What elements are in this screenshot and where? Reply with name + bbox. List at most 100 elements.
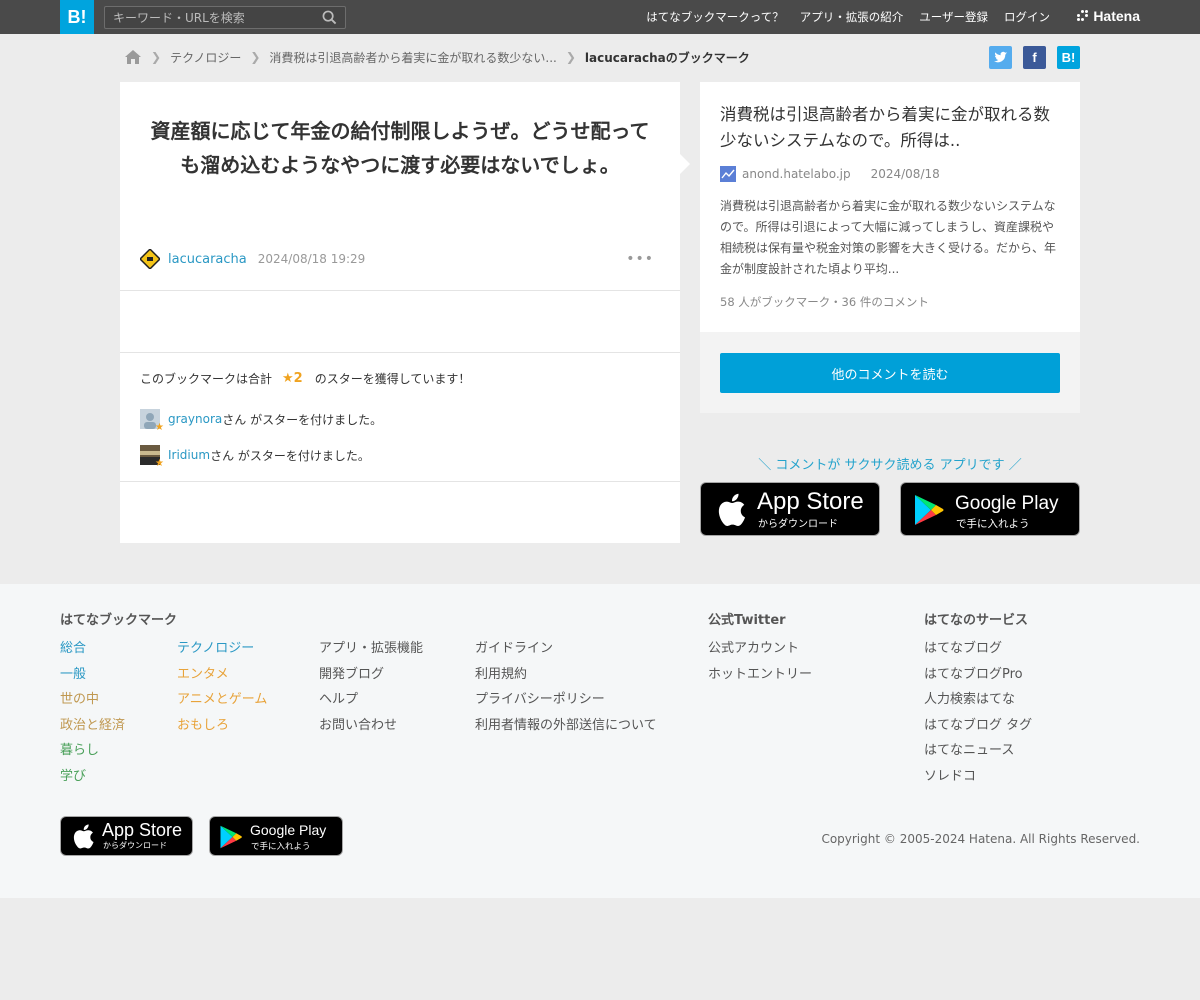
footer-link-entertainment[interactable]: エンタメ (177, 665, 267, 685)
footer-link-game[interactable]: アニメとゲーム (177, 690, 267, 710)
footer-link-knowledge[interactable]: 学び (60, 767, 125, 787)
site-favicon-icon (720, 166, 736, 182)
google-play-label: Google Play (250, 822, 327, 838)
entry-title[interactable]: 消費税は引退高齢者から着実に金が取れる数少ないシステムなので。所得は.. (720, 102, 1065, 154)
twitter-share-button[interactable] (989, 46, 1012, 69)
facebook-share-button[interactable]: f (1023, 46, 1046, 69)
star-row-text: さん がスターを付けました。 (222, 412, 383, 427)
footer-link-all[interactable]: 総合 (60, 639, 125, 659)
footer-link-economics[interactable]: 政治と経済 (60, 716, 125, 736)
divider (120, 481, 680, 482)
chevron-right-icon: ❯ (250, 50, 261, 64)
footer-link-help[interactable]: ヘルプ (319, 690, 423, 710)
divider (120, 290, 680, 291)
google-play-badge[interactable]: Google Play で手に入れよう (900, 482, 1080, 536)
hatena-brand-label: Hatena (1093, 8, 1140, 24)
footer-link-general[interactable]: 一般 (60, 665, 125, 685)
footer-link-fun[interactable]: おもしろ (177, 716, 267, 736)
nav-register[interactable]: ユーザー登録 (919, 9, 988, 25)
breadcrumb-entry[interactable]: 消費税は引退高齢者から着実に金が取れる数少ない... (269, 49, 556, 66)
google-play-sublabel: で手に入れよう (956, 518, 1030, 530)
entry-stats[interactable]: 58 人がブックマーク・36 件のコメント (720, 294, 929, 310)
bookmark-card: 資産額に応じて年金の給付制限しようぜ。どうせ配っても溜め込むようなやつに渡す必要… (120, 82, 690, 543)
footer-link-blog-tag[interactable]: はてなブログ タグ (924, 716, 1032, 736)
search-icon[interactable] (322, 10, 337, 25)
hatena-brand-link[interactable]: Hatena (1077, 8, 1140, 24)
top-bar: B! はてなブックマークって？ アプリ・拡張の紹介 ユーザー登録 ログイン Ha… (0, 0, 1200, 34)
star-row-text: さん がスターを付けました。 (210, 448, 370, 463)
share-buttons: f B! (989, 46, 1080, 69)
home-icon[interactable] (124, 49, 142, 65)
star-count: ★2 (282, 371, 303, 386)
footer-twitter-heading: 公式Twitter (708, 613, 786, 628)
bookmark-timestamp[interactable]: 2024/08/18 19:29 (258, 252, 366, 266)
hatena-bookmark-share-button[interactable]: B! (1057, 46, 1080, 69)
google-play-icon (915, 495, 944, 525)
footer-google-play-badge[interactable]: Google Play で手に入れよう (209, 816, 343, 856)
read-other-comments-button[interactable]: 他のコメントを読む (720, 353, 1060, 393)
footer-category-list: テクノロジー エンタメ アニメとゲーム おもしろ (177, 639, 267, 735)
entry-meta: anond.hatelabo.jp 2024/08/18 (720, 166, 940, 182)
apple-icon (73, 824, 94, 849)
footer-link-soredoko[interactable]: ソレドコ (924, 767, 1032, 787)
star-summary: このブックマークは合計 ★2 のスターを獲得しています！ (140, 370, 470, 387)
footer-services-list: はてなブログ はてなブログPro 人力検索はてな はてなブログ タグ はてなニュ… (924, 639, 1032, 787)
chevron-right-icon: ❯ (565, 50, 576, 64)
entry-panel: 消費税は引退高齢者から着実に金が取れる数少ないシステムなので。所得は.. ano… (700, 82, 1080, 413)
star-user-avatar[interactable]: ★ (140, 409, 164, 433)
bookmark-user-line: lacucaracha 2024/08/18 19:29 ••• (140, 248, 660, 270)
google-play-sublabel: で手に入れよう (251, 842, 311, 852)
bookmark-username[interactable]: lacucaracha (168, 252, 247, 267)
hatena-bookmark-logo[interactable]: B! (60, 0, 94, 34)
footer-link-social[interactable]: 世の中 (60, 690, 125, 710)
search-input[interactable] (105, 7, 315, 28)
star-username[interactable]: graynora (168, 412, 222, 426)
entry-description: 消費税は引退高齢者から着実に金が取れる数少ないシステムなので。所得は引退によって… (720, 199, 1057, 276)
footer-link-hot-entry[interactable]: ホットエントリー (708, 665, 812, 685)
footer-links: ガイドライン 利用規約 プライバシーポリシー 利用者情報の外部送信について (475, 639, 657, 735)
app-store-sublabel: からダウンロード (103, 841, 167, 850)
app-store-label: App Store (757, 488, 864, 515)
nav-apps[interactable]: アプリ・拡張の紹介 (800, 9, 904, 25)
star-username[interactable]: Iridium (168, 448, 210, 462)
nav-about[interactable]: はてなブックマークって？ (646, 9, 783, 25)
copyright: Copyright © 2005-2024 Hatena. All Rights… (821, 832, 1140, 846)
apple-icon (718, 493, 746, 526)
footer-link-contact[interactable]: お問い合わせ (319, 716, 423, 736)
footer-link-life[interactable]: 暮らし (60, 741, 125, 761)
footer-link-hatena-blog-pro[interactable]: はてなブログPro (924, 665, 1032, 685)
search-box[interactable] (104, 6, 346, 29)
footer-link-hatena-blog[interactable]: はてなブログ (924, 639, 1032, 659)
footer-link-dev-blog[interactable]: 開発ブログ (319, 665, 423, 685)
entry-domain[interactable]: anond.hatelabo.jp (742, 167, 851, 181)
more-options-icon[interactable]: ••• (626, 251, 654, 267)
app-store-label: App Store (102, 820, 183, 840)
chevron-right-icon: ❯ (151, 50, 162, 64)
google-play-icon (220, 825, 242, 849)
divider (120, 352, 680, 353)
footer-link-apps[interactable]: アプリ・拡張機能 (319, 639, 423, 659)
user-avatar[interactable] (140, 249, 160, 269)
footer-link-hatena-news[interactable]: はてなニュース (924, 741, 1032, 761)
breadcrumb: ❯ テクノロジー ❯ 消費税は引退高齢者から着実に金が取れる数少ない... ❯ … (124, 46, 750, 68)
star-summary-suffix: のスターを獲得しています！ (314, 372, 471, 386)
card-pointer (680, 154, 690, 174)
footer-link-hatena-q[interactable]: 人力検索はてな (924, 690, 1032, 710)
footer-link-technology[interactable]: テクノロジー (177, 639, 267, 659)
breadcrumb-category[interactable]: テクノロジー (170, 49, 241, 66)
footer-link-terms[interactable]: 利用規約 (475, 665, 657, 685)
app-store-badge[interactable]: App Store からダウンロード (700, 482, 880, 536)
footer-link-guideline[interactable]: ガイドライン (475, 639, 657, 659)
star-icon: ★ (155, 458, 164, 469)
footer-link-official-account[interactable]: 公式アカウント (708, 639, 812, 659)
footer-twitter-links: 公式アカウント ホットエントリー (708, 639, 812, 684)
google-play-label: Google Play (955, 493, 1059, 514)
nav-login[interactable]: ログイン (1004, 9, 1050, 25)
footer-app-store-badge[interactable]: App Store からダウンロード (60, 816, 193, 856)
entry-summary: 消費税は引退高齢者から着実に金が取れる数少ないシステムなので。所得は.. ano… (700, 82, 1080, 332)
app-promo-tagline: ＼ コメントが サクサク読める アプリです ／ (758, 458, 1022, 473)
footer-link-privacy[interactable]: プライバシーポリシー (475, 690, 657, 710)
twitter-icon (993, 51, 1008, 63)
star-user-avatar[interactable]: ★ (140, 445, 164, 469)
footer-link-external-transmission[interactable]: 利用者情報の外部送信について (475, 716, 657, 736)
